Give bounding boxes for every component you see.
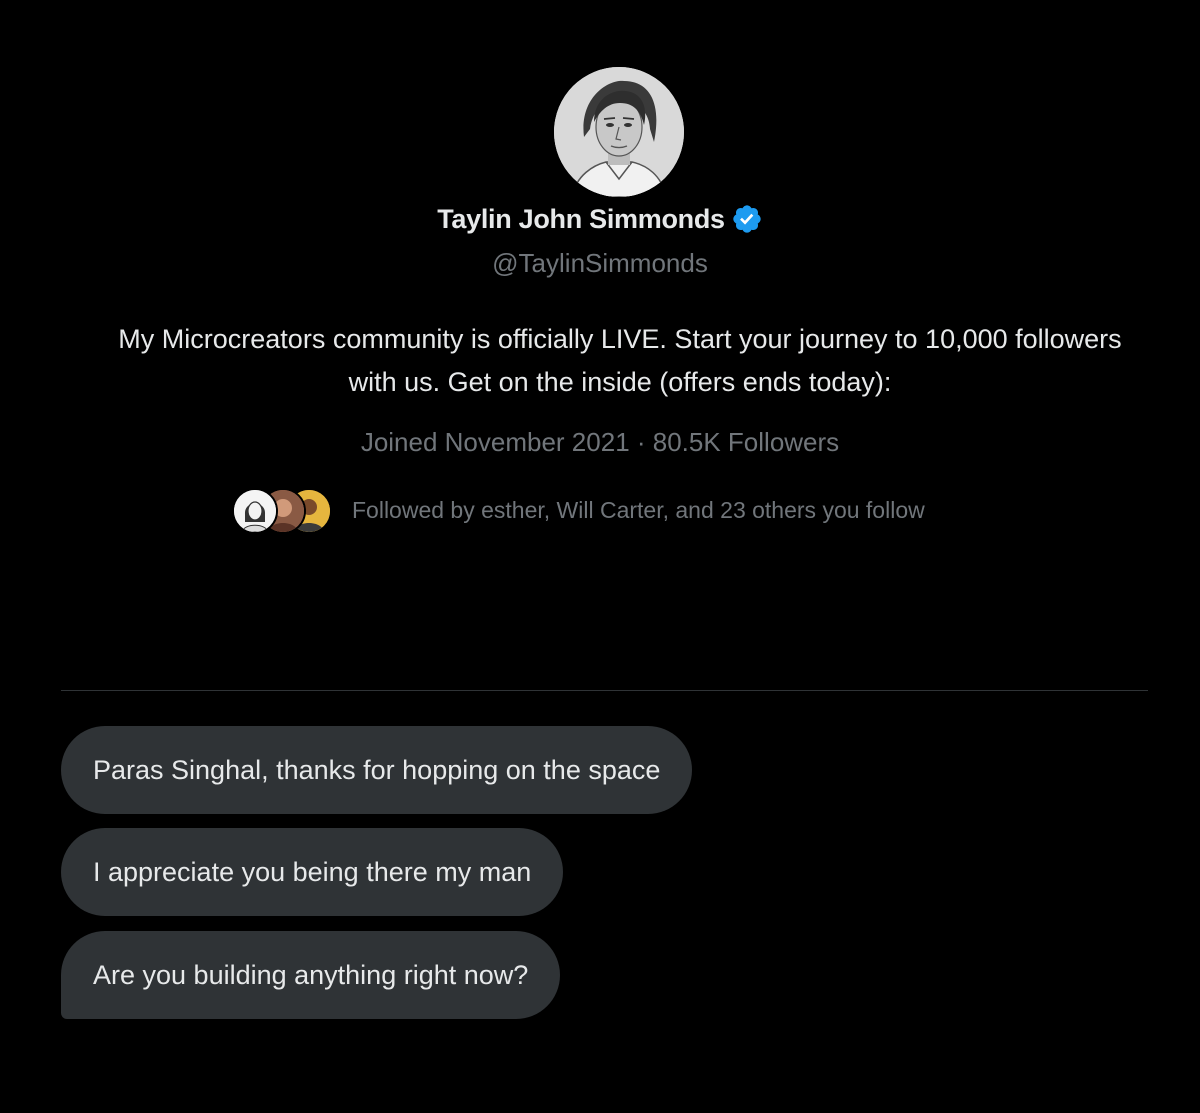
- avatar[interactable]: [554, 67, 684, 197]
- avatar-portrait-icon: [554, 67, 684, 197]
- follower-facepile: [232, 486, 332, 534]
- divider: [61, 690, 1148, 691]
- followed-by-text[interactable]: Followed by esther, Will Carter, and 23 …: [352, 497, 925, 524]
- message-text: Paras Singhal, thanks for hopping on the…: [93, 754, 661, 785]
- profile-handle: @TaylinSimmonds: [492, 248, 708, 278]
- message-text: I appreciate you being there my man: [93, 856, 532, 887]
- message-bubble[interactable]: Paras Singhal, thanks for hopping on the…: [61, 726, 693, 814]
- followed-by-row[interactable]: Followed by esther, Will Carter, and 23 …: [232, 486, 925, 534]
- verified-badge-icon[interactable]: [731, 203, 763, 235]
- message-text: Are you building anything right now?: [93, 959, 529, 990]
- follower-avatar-1: [232, 488, 278, 534]
- profile-meta: Joined November 2021 · 80.5K Followers: [360, 427, 840, 457]
- message-bubble[interactable]: I appreciate you being there my man: [61, 828, 564, 916]
- message-bubble[interactable]: Are you building anything right now?: [61, 931, 561, 1019]
- profile-name[interactable]: Taylin John Simmonds: [437, 204, 725, 235]
- name-row: Taylin John Simmonds: [0, 197, 1200, 241]
- profile-bio: My Microcreators community is officially…: [118, 324, 1122, 397]
